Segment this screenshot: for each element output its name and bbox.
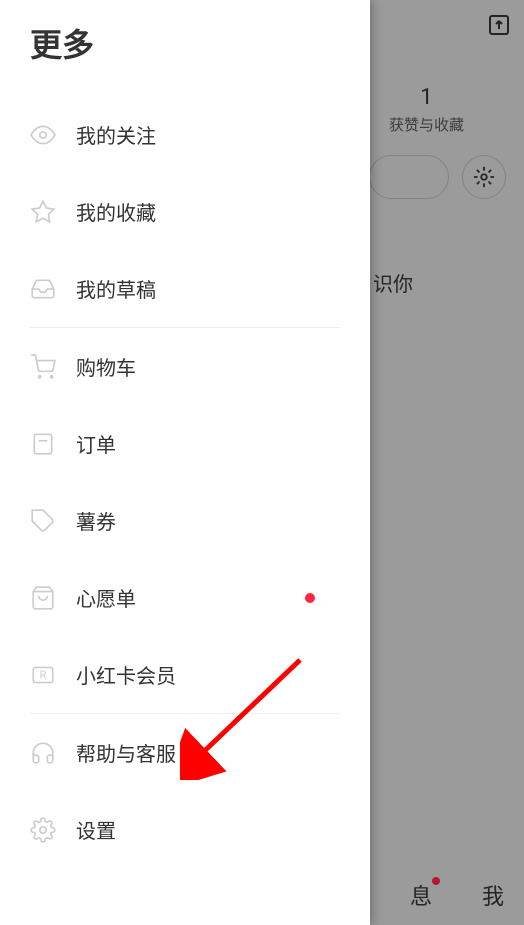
menu-label: 我的收藏 bbox=[76, 197, 156, 226]
menu-item-coupons[interactable]: 薯券 bbox=[30, 482, 340, 559]
more-drawer: 更多 我的关注 我的收藏 bbox=[0, 0, 370, 925]
menu-item-favorites[interactable]: 我的收藏 bbox=[30, 173, 340, 250]
menu-label: 心愿单 bbox=[76, 583, 136, 612]
bag-icon bbox=[30, 585, 56, 611]
bg-pill-button bbox=[369, 155, 449, 199]
menu-label: 小红卡会员 bbox=[76, 660, 176, 689]
menu-label: 订单 bbox=[76, 429, 116, 458]
menu-section-support: 帮助与客服 设置 bbox=[0, 714, 370, 868]
drawer-title: 更多 bbox=[0, 10, 370, 96]
menu-item-orders[interactable]: 订单 bbox=[30, 405, 340, 482]
menu-item-settings[interactable]: 设置 bbox=[30, 791, 340, 868]
menu-label: 我的关注 bbox=[76, 120, 156, 149]
stat-label: 获赞与收藏 bbox=[389, 114, 464, 135]
bg-gear-icon bbox=[462, 155, 506, 199]
menu-item-following[interactable]: 我的关注 bbox=[30, 96, 340, 173]
menu-item-wishlist[interactable]: 心愿单 bbox=[30, 559, 340, 636]
menu-label: 设置 bbox=[76, 815, 116, 844]
notification-badge bbox=[305, 593, 315, 603]
svg-text:R: R bbox=[40, 668, 47, 681]
notification-dot bbox=[432, 877, 440, 885]
gear-icon bbox=[30, 817, 56, 843]
inbox-icon bbox=[30, 276, 56, 302]
eye-icon bbox=[30, 122, 56, 148]
card-icon: R bbox=[30, 662, 56, 688]
menu-item-membership[interactable]: R 小红卡会员 bbox=[30, 636, 340, 713]
share-icon bbox=[479, 10, 519, 40]
menu-label: 薯券 bbox=[76, 506, 116, 535]
nav-me: 我 bbox=[482, 879, 504, 911]
bg-text-fragment: 识你 bbox=[373, 268, 413, 297]
menu-item-cart[interactable]: 购物车 bbox=[30, 328, 340, 405]
menu-item-drafts[interactable]: 我的草稿 bbox=[30, 250, 340, 327]
menu-label: 帮助与客服 bbox=[76, 738, 176, 767]
cart-icon bbox=[30, 354, 56, 380]
headset-icon bbox=[30, 740, 56, 766]
stat-number: 1 bbox=[389, 85, 464, 110]
stats-block: 1 获赞与收藏 bbox=[389, 85, 464, 135]
menu-item-help[interactable]: 帮助与客服 bbox=[30, 714, 340, 791]
coupon-icon bbox=[30, 508, 56, 534]
menu-label: 我的草稿 bbox=[76, 274, 156, 303]
menu-label: 购物车 bbox=[76, 352, 136, 381]
star-icon bbox=[30, 199, 56, 225]
menu-section-shopping: 购物车 订单 薯券 bbox=[0, 328, 370, 713]
nav-messages: 息 bbox=[410, 879, 432, 911]
menu-section-personal: 我的关注 我的收藏 我的草稿 bbox=[0, 96, 370, 327]
order-icon bbox=[30, 431, 56, 457]
